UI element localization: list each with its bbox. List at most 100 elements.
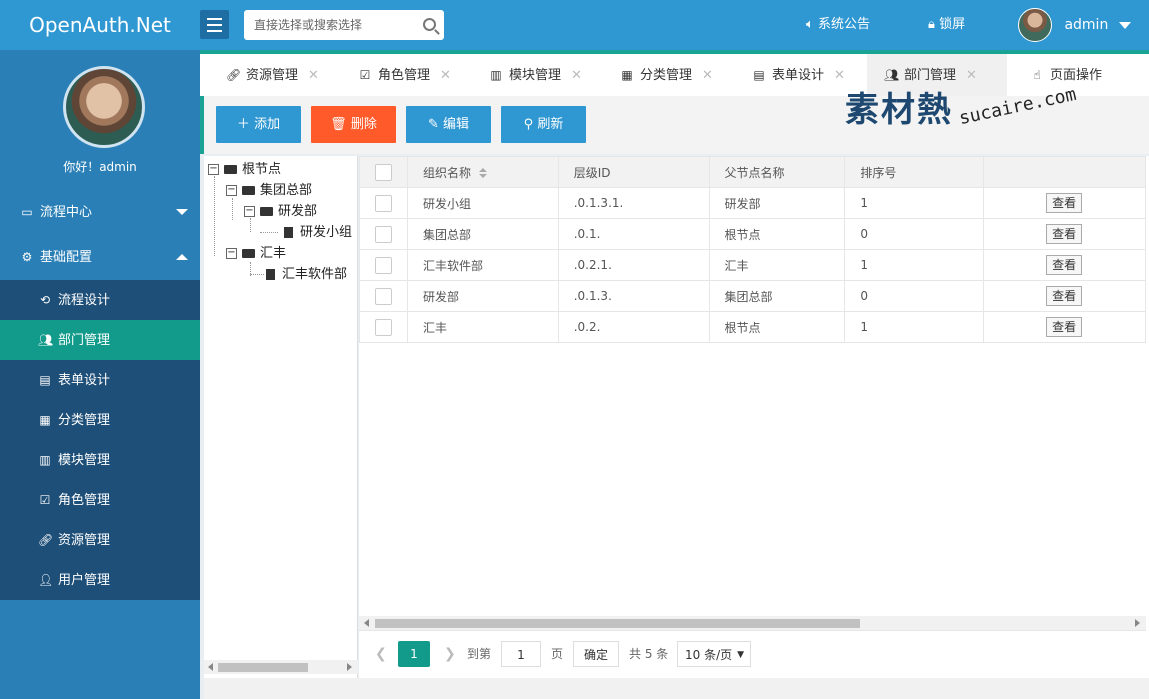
sidebar-item-label: 表单设计 [58,373,111,388]
sidebar-item-module[interactable]: ▥ 模块管理 [0,440,200,480]
refresh-button[interactable]: ⚲ 刷新 [501,106,586,143]
username: admin [1064,17,1109,33]
table-row[interactable]: 汇丰软件部 .0.2.1. 汇丰 1 查看 [359,249,1146,281]
window-icon: ▭ [21,205,33,219]
tree-node-rnd[interactable]: − 研发部 [244,202,317,222]
add-label: 添加 [254,117,281,132]
table-row[interactable]: 汇丰 .0.2. 根节点 1 查看 [359,311,1146,343]
users-icon: 👥︎ [38,333,54,347]
sidebar-item-form-design[interactable]: ▤ 表单设计 [0,360,200,400]
tab-module[interactable]: ▥ 模块管理 ✕ [489,54,582,96]
sidebar-item-flow-design[interactable]: ⟲ 流程设计 [0,280,200,320]
table-row[interactable]: 集团总部 .0.1. 根节点 0 查看 [359,218,1146,250]
next-page-icon[interactable]: ❯ [444,641,456,667]
close-icon[interactable]: ✕ [702,68,713,83]
file-icon [266,269,275,280]
close-icon[interactable]: ✕ [308,68,319,83]
tree-node-root[interactable]: − 根节点 [208,160,281,180]
user-menu[interactable]: admin [1018,8,1131,42]
edit-button[interactable]: ✎ 编辑 [406,106,491,143]
bottom-bar [204,678,1149,699]
delete-button[interactable]: 🗑︎ 删除 [311,106,396,143]
gear-icon: ⚙ [21,250,33,264]
row-checkbox[interactable] [375,256,392,274]
avatar [1018,8,1052,42]
table-row[interactable]: 研发小组 .0.1.3.1. 研发部 1 查看 [359,187,1146,219]
goto-page-input[interactable]: 1 [501,641,541,667]
user-icon: 👤︎ [38,573,54,587]
collapse-icon[interactable]: − [208,164,219,175]
page-button-current[interactable]: 1 [398,641,430,667]
sidebar-item-category[interactable]: ▦ 分类管理 [0,400,200,440]
sidebar-item-label: 角色管理 [58,493,111,508]
tree-node-rnd-team[interactable]: 研发小组 [284,223,352,243]
view-button[interactable]: 查看 [1046,193,1083,213]
row-checkbox[interactable] [375,225,392,243]
lock-icon: 🔒︎ [928,17,935,32]
view-button[interactable]: 查看 [1046,286,1083,306]
close-icon[interactable]: ✕ [440,68,451,83]
close-icon[interactable]: ✕ [966,68,977,83]
add-button[interactable]: ＋ 添加 [216,106,301,143]
tab-label: 表单设计 [772,68,825,83]
row-checkbox[interactable] [375,287,392,305]
column-label: 排序号 [860,165,897,180]
view-button[interactable]: 查看 [1046,317,1083,337]
sidebar-item-label: 分类管理 [58,413,111,428]
collapse-icon[interactable]: − [244,206,255,217]
app-logo[interactable]: OpenAuth.Net [0,0,200,50]
table-row[interactable]: 研发部 .0.1.3. 集团总部 0 查看 [359,280,1146,312]
grid-horizontal-scrollbar[interactable] [359,616,1146,630]
tab-label: 分类管理 [640,68,693,83]
sidebar-item-role[interactable]: ☑ 角色管理 [0,480,200,520]
row-checkbox[interactable] [375,318,392,336]
tree-horizontal-scrollbar[interactable] [204,660,358,674]
goto-confirm-button[interactable]: 确定 [573,641,619,667]
collapse-icon[interactable]: − [226,185,237,196]
row-checkbox[interactable] [375,194,392,212]
sidebar-item-user[interactable]: 👤︎ 用户管理 [0,560,200,600]
group-label: 基础配置 [40,250,93,265]
notice-button[interactable]: 🔈︎ 系统公告 [806,0,870,50]
select-all-checkbox[interactable] [375,163,392,181]
lock-screen-button[interactable]: 🔒︎ 锁屏 [928,0,965,50]
cell-name: 研发小组 [406,187,559,219]
sidebar-group-flow-center[interactable]: ▭ 流程中心 [0,190,200,235]
tree-node-label: 汇丰 [260,246,287,261]
edit-label: 编辑 [443,117,470,132]
column-header-name[interactable]: 组织名称 [406,156,559,188]
cell-parent: 研发部 [708,187,846,219]
sidebar-group-basic-config[interactable]: ⚙ 基础配置 [0,235,200,280]
tree-node-group-hq[interactable]: − 集团总部 [226,181,312,201]
user-avatar [63,66,145,148]
tree-node-label: 汇丰软件部 [282,267,348,282]
view-button[interactable]: 查看 [1046,224,1083,244]
module-icon: ▥ [39,453,51,467]
delete-label: 删除 [350,117,377,132]
prev-page-icon[interactable]: ❮ [375,641,387,667]
column-label: 组织名称 [422,165,471,180]
search-icon[interactable] [423,18,436,31]
sidebar-item-department[interactable]: 👥︎ 部门管理 [0,320,200,360]
menu-toggle-button[interactable] [200,10,229,39]
sort-icon[interactable] [478,168,487,178]
collapse-icon[interactable]: − [226,248,237,259]
search-input[interactable]: 直接选择或搜索选择 [244,10,444,40]
pagination: ❮ 1 ❯ 到第 1 页 确定 共 5 条 10 条/页 ▼ [359,630,1146,678]
data-table: 组织名称 层级ID 父节点名称 排序号 研发小组 .0.1.3.1. 研发部 1… [359,156,1146,343]
cell-actions: 查看 [983,218,1146,250]
page-size-select[interactable]: 10 条/页 ▼ [677,641,751,667]
tree-node-hsbc-software[interactable]: 汇丰软件部 [266,265,347,285]
tab-resource[interactable]: 🔗︎ 资源管理 ✕ [226,54,319,96]
tab-form-design[interactable]: ▤ 表单设计 ✕ [752,54,845,96]
close-icon[interactable]: ✕ [571,68,582,83]
sidebar-item-resource[interactable]: 🔗︎ 资源管理 [0,520,200,560]
close-icon[interactable]: ✕ [834,68,845,83]
cell-name: 汇丰 [406,311,559,343]
cell-parent: 集团总部 [708,280,846,312]
tab-role[interactable]: ☑ 角色管理 ✕ [358,54,451,96]
tab-category[interactable]: ▦ 分类管理 ✕ [620,54,713,96]
tree-node-hsbc[interactable]: − 汇丰 [226,244,286,264]
view-button[interactable]: 查看 [1046,255,1083,275]
link-icon: 🔗︎ [226,68,242,82]
